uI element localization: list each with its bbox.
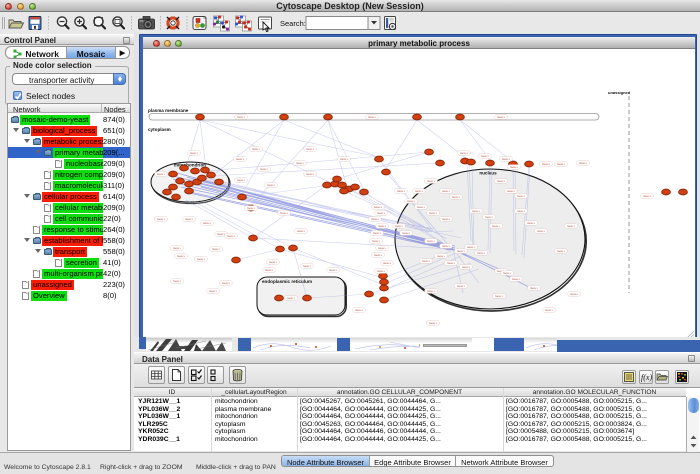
svg-text:plasma membrane: plasma membrane <box>148 108 189 113</box>
svg-text:Search:: Search: <box>280 19 306 28</box>
svg-text:unassigned: unassigned <box>608 90 631 95</box>
svg-text:nucleus: nucleus <box>479 171 497 176</box>
svg-text:f(x): f(x) <box>641 373 652 382</box>
svg-text:mitochondrion: mitochondrion <box>174 163 206 168</box>
svg-text:cytoplasm: cytoplasm <box>148 127 171 132</box>
svg-text:endoplasmic reticulum: endoplasmic reticulum <box>262 279 312 284</box>
